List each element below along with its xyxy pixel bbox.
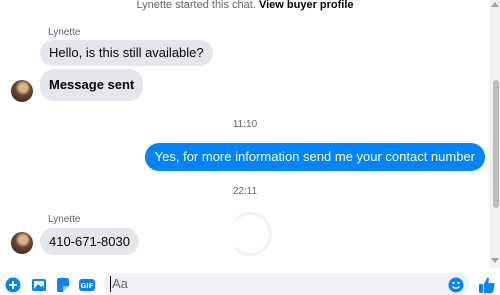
sender-name: Lynette: [48, 27, 81, 38]
chat-start-banner: Lynette started this chat. View buyer pr…: [0, 0, 490, 14]
timestamp: 22:11: [232, 186, 258, 197]
scroll-up-arrow-icon[interactable]: [491, 2, 499, 7]
message-bubble-incoming[interactable]: Message sent: [40, 69, 144, 101]
message-input-placeholder: Aa: [112, 276, 128, 291]
image-icon[interactable]: [31, 277, 47, 293]
thumbs-up-icon[interactable]: [478, 276, 496, 294]
svg-text:GIF: GIF: [80, 282, 93, 290]
message-bubble-outgoing[interactable]: Yes, for more information send me your c…: [144, 143, 485, 171]
plus-circle-icon[interactable]: [5, 277, 21, 293]
loading-spinner: [228, 212, 272, 256]
message-input[interactable]: Aa: [104, 273, 470, 295]
text-caret: [110, 276, 111, 292]
message-bubble-incoming[interactable]: 410-671-8030: [40, 228, 139, 255]
sender-name: Lynette: [48, 214, 81, 225]
view-buyer-profile-link[interactable]: View buyer profile: [259, 0, 354, 11]
scroll-down-arrow-icon[interactable]: [491, 258, 499, 263]
emoji-icon[interactable]: [448, 277, 464, 293]
sticker-icon[interactable]: [55, 277, 71, 293]
chat-start-text: Lynette started this chat.: [136, 0, 256, 11]
timestamp: 11:10: [232, 119, 258, 130]
avatar[interactable]: [11, 232, 33, 254]
avatar[interactable]: [11, 80, 33, 102]
message-bubble-incoming[interactable]: Hello, is this still available?: [40, 40, 213, 66]
scrollbar-thumb[interactable]: [493, 80, 499, 208]
gif-icon[interactable]: GIF: [79, 277, 95, 293]
